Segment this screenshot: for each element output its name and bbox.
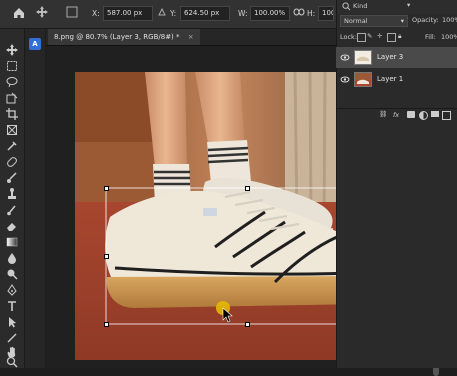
lock-transparency-icon[interactable] [357,33,366,42]
frame-tool-icon[interactable] [4,123,20,137]
link-layers-icon[interactable]: ⛓︎ [379,110,387,118]
y-field[interactable]: 624.50 px [180,6,230,21]
layers-footer: ⛓︎ fx [337,108,457,123]
move-tool-icon[interactable] [36,6,48,22]
object-select-icon[interactable] [4,91,20,105]
line-tool-icon[interactable] [4,331,20,345]
opacity-value[interactable]: 100% [442,16,457,24]
lock-all-icon[interactable]: 🔒︎ [398,32,401,41]
layer-name: Layer 1 [377,75,404,83]
artboard-lock-icon[interactable] [387,33,396,42]
y-label: Y: [170,9,177,18]
blend-mode-value: Normal [344,17,368,25]
opacity-label: Opacity: [412,16,439,24]
blur-tool-icon[interactable] [4,251,20,265]
path-selection-icon[interactable] [4,315,20,329]
transform-handle-top-left[interactable] [104,186,109,191]
layer-row-layer-3[interactable]: Layer 3 [336,47,457,68]
gradient-tool-icon[interactable] [4,235,20,249]
new-group-icon[interactable] [431,111,439,117]
chevron-down-icon[interactable]: ▾ [407,1,410,9]
x-label: X: [92,9,100,18]
lock-position-icon[interactable]: ✛ [377,32,382,40]
width-field[interactable]: 100.00% [250,6,290,21]
crop-tool-icon[interactable] [4,107,20,121]
lock-row: Lock: ✎ ✛ 🔒︎ Fill: 100% [337,31,457,45]
reference-point-icon[interactable] [66,6,78,22]
h-label: H: [307,9,316,18]
search-icon[interactable] [342,2,351,13]
height-field[interactable]: 100.00% [318,6,334,21]
visibility-eye-icon[interactable] [340,69,350,99]
lasso-tool-icon[interactable] [4,75,20,89]
link-icon[interactable] [293,6,305,22]
transform-handle-bottom-left[interactable] [104,322,109,327]
blend-mode-select[interactable]: Normal ▾ [340,15,408,27]
ai-assistant-icon[interactable]: A [29,38,41,50]
layer-thumbnail [354,50,372,65]
clone-stamp-icon[interactable] [4,187,20,201]
close-tab-icon[interactable]: × [188,33,194,41]
filter-row: Kind ▾ [337,0,457,14]
type-tool-icon[interactable] [4,299,20,313]
dodge-tool-icon[interactable] [4,267,20,281]
marquee-tool-icon[interactable] [4,59,20,73]
w-label: W: [238,9,248,18]
history-brush-icon[interactable] [4,203,20,217]
eraser-icon[interactable] [4,219,20,233]
zoom-tool-icon[interactable] [4,356,20,368]
transform-handle-middle-left[interactable] [104,254,109,259]
move-tool-icon[interactable] [4,43,20,57]
brush-tool-icon[interactable] [4,171,20,185]
x-field[interactable]: 587.00 px [103,6,153,21]
lock-pixels-icon[interactable]: ✎ [367,32,372,40]
layer-row-layer-1[interactable]: Layer 1 [336,69,457,90]
healing-brush-icon[interactable] [4,155,20,169]
pen-tool-icon[interactable] [4,283,20,297]
eyedropper-icon[interactable] [4,139,20,153]
layer-name: Layer 3 [377,53,404,61]
transform-handle-bottom-middle[interactable] [245,322,250,327]
collapsed-panel-strip: A [25,29,45,368]
transform-handle-top-middle[interactable] [245,186,250,191]
document-tab-title: 8.png @ 80.7% (Layer 3, RGB/8#) * [54,33,180,41]
layer-thumbnail [354,72,372,87]
delta-icon[interactable] [158,6,166,22]
chevron-down-icon: ▾ [400,17,404,25]
adjustment-layer-icon[interactable] [419,111,428,120]
new-layer-icon[interactable] [442,111,451,120]
document-tab-bar: 8.png @ 80.7% (Layer 3, RGB/8#) * × [46,29,336,46]
blend-row: Normal ▾ Opacity: 100% [337,15,457,28]
document-tab[interactable]: 8.png @ 80.7% (Layer 3, RGB/8#) * × [48,29,200,45]
home-icon[interactable] [12,6,26,22]
add-mask-icon[interactable] [407,111,415,118]
lock-label: Lock: [340,33,358,41]
fill-label: Fill: [425,33,436,41]
kind-filter[interactable]: Kind [353,2,367,10]
tools-panel [0,29,25,368]
fill-value[interactable]: 100% [441,33,457,41]
fx-button[interactable]: fx [393,111,399,119]
